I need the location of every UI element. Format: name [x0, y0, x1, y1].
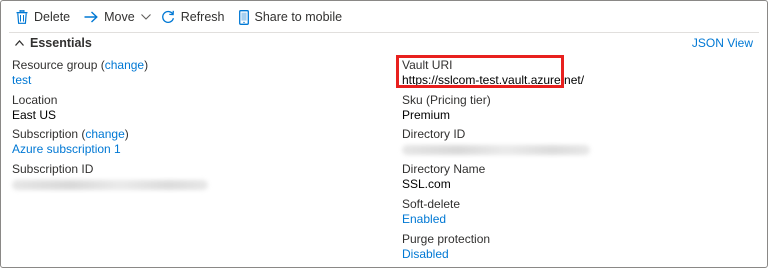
subscription-label: Subscription ( — [12, 127, 86, 141]
subscription-id-redacted — [12, 180, 208, 190]
mobile-icon — [238, 9, 249, 25]
soft-delete-label: Soft-delete — [402, 197, 461, 211]
delete-label: Delete — [34, 10, 71, 24]
toolbar-divider — [9, 32, 759, 33]
directory-name-property: Directory Name SSL.com — [402, 162, 485, 192]
purge-protection-value-link[interactable]: Disabled — [402, 247, 490, 262]
subscription-label-close: ) — [124, 127, 129, 141]
directory-id-label: Directory ID — [402, 127, 466, 141]
resource-group-label-close: ) — [144, 58, 149, 72]
refresh-label: Refresh — [180, 10, 225, 24]
purge-protection-label: Purge protection — [402, 232, 491, 246]
subscription-id-label: Subscription ID — [12, 162, 94, 176]
arrow-right-icon — [84, 11, 98, 23]
vault-uri-highlight-box — [396, 55, 564, 88]
resource-group-property: Resource group (change) test — [12, 58, 148, 88]
location-property: Location East US — [12, 93, 57, 123]
refresh-button[interactable]: Refresh — [161, 1, 225, 33]
essentials-panel: Delete Move Refresh Share to mobile Esse… — [0, 0, 768, 268]
subscription-id-property: Subscription ID — [12, 162, 208, 190]
location-value: East US — [12, 108, 57, 122]
essentials-title: Essentials — [30, 36, 92, 50]
subscription-value-link[interactable]: Azure subscription 1 — [12, 142, 129, 157]
json-view-link[interactable]: JSON View — [692, 34, 753, 52]
resource-group-change-link[interactable]: change — [105, 58, 144, 72]
sku-property: Sku (Pricing tier) Premium — [402, 93, 491, 123]
move-label: Move — [104, 10, 135, 24]
resource-group-value-link[interactable]: test — [12, 73, 148, 88]
chevron-up-icon — [15, 40, 24, 46]
soft-delete-value-link[interactable]: Enabled — [402, 212, 460, 227]
sku-value: Premium — [402, 108, 451, 122]
resource-group-label: Resource group ( — [12, 58, 105, 72]
command-bar: Delete Move Refresh Share to mobile — [1, 1, 767, 33]
directory-id-redacted — [402, 145, 590, 155]
subscription-change-link[interactable]: change — [85, 127, 124, 141]
essentials-toggle[interactable]: Essentials — [15, 34, 92, 52]
trash-icon — [16, 10, 28, 24]
delete-button[interactable]: Delete — [16, 1, 70, 33]
purge-protection-property: Purge protection Disabled — [402, 232, 490, 262]
share-label: Share to mobile — [254, 10, 343, 24]
sku-label: Sku (Pricing tier) — [402, 93, 491, 107]
directory-name-value: SSL.com — [402, 177, 451, 191]
location-label: Location — [12, 93, 58, 107]
soft-delete-property: Soft-delete Enabled — [402, 197, 460, 227]
subscription-property: Subscription (change) Azure subscription… — [12, 127, 129, 157]
share-to-mobile-button[interactable]: Share to mobile — [238, 1, 343, 33]
refresh-icon — [161, 10, 175, 24]
directory-id-property: Directory ID — [402, 127, 590, 155]
directory-name-label: Directory Name — [402, 162, 486, 176]
chevron-down-icon — [140, 14, 151, 20]
move-button[interactable]: Move — [84, 1, 151, 33]
